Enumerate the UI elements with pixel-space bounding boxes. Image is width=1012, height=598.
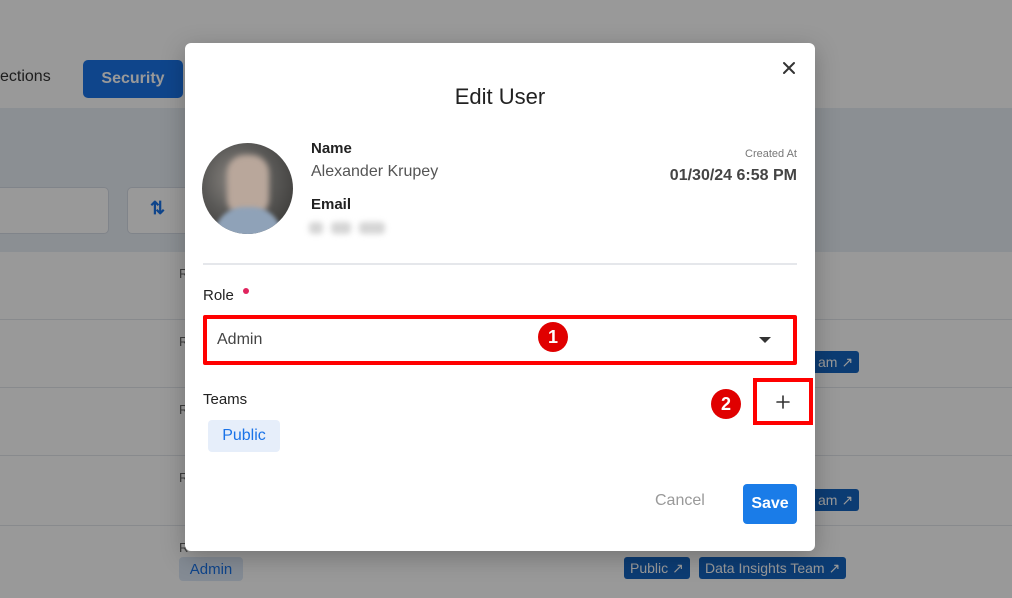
chevron-down-icon: [759, 337, 771, 343]
close-icon: [783, 62, 795, 74]
team-chip-public[interactable]: Public: [208, 420, 280, 452]
annotation-marker-2: 2: [711, 389, 741, 419]
user-name: Alexander Krupey: [311, 163, 439, 180]
close-button[interactable]: [779, 58, 799, 78]
created-at-label: Created At: [745, 148, 797, 160]
role-label: Role: [203, 287, 234, 304]
email-label: Email: [311, 196, 352, 213]
avatar-body: [214, 207, 282, 234]
modal-title: Edit User: [454, 84, 546, 109]
divider: [203, 263, 797, 265]
annotation-marker-1: 1: [538, 322, 568, 352]
created-at-value: 01/30/24 6:58 PM: [669, 167, 797, 184]
name-label: Name: [311, 140, 352, 157]
cancel-button[interactable]: Cancel: [655, 492, 705, 510]
plus-icon: [776, 394, 790, 409]
save-button[interactable]: Save: [743, 484, 797, 524]
email-value-redacted: [309, 219, 409, 237]
role-select-value: Admin: [217, 331, 263, 348]
avatar: [202, 143, 293, 234]
add-team-button[interactable]: [753, 378, 813, 425]
required-indicator: [243, 288, 249, 294]
teams-label: Teams: [203, 391, 248, 408]
role-select[interactable]: Admin: [203, 315, 797, 365]
edit-user-modal: Edit User Name Alexander Krupey Email Cr…: [185, 43, 815, 551]
